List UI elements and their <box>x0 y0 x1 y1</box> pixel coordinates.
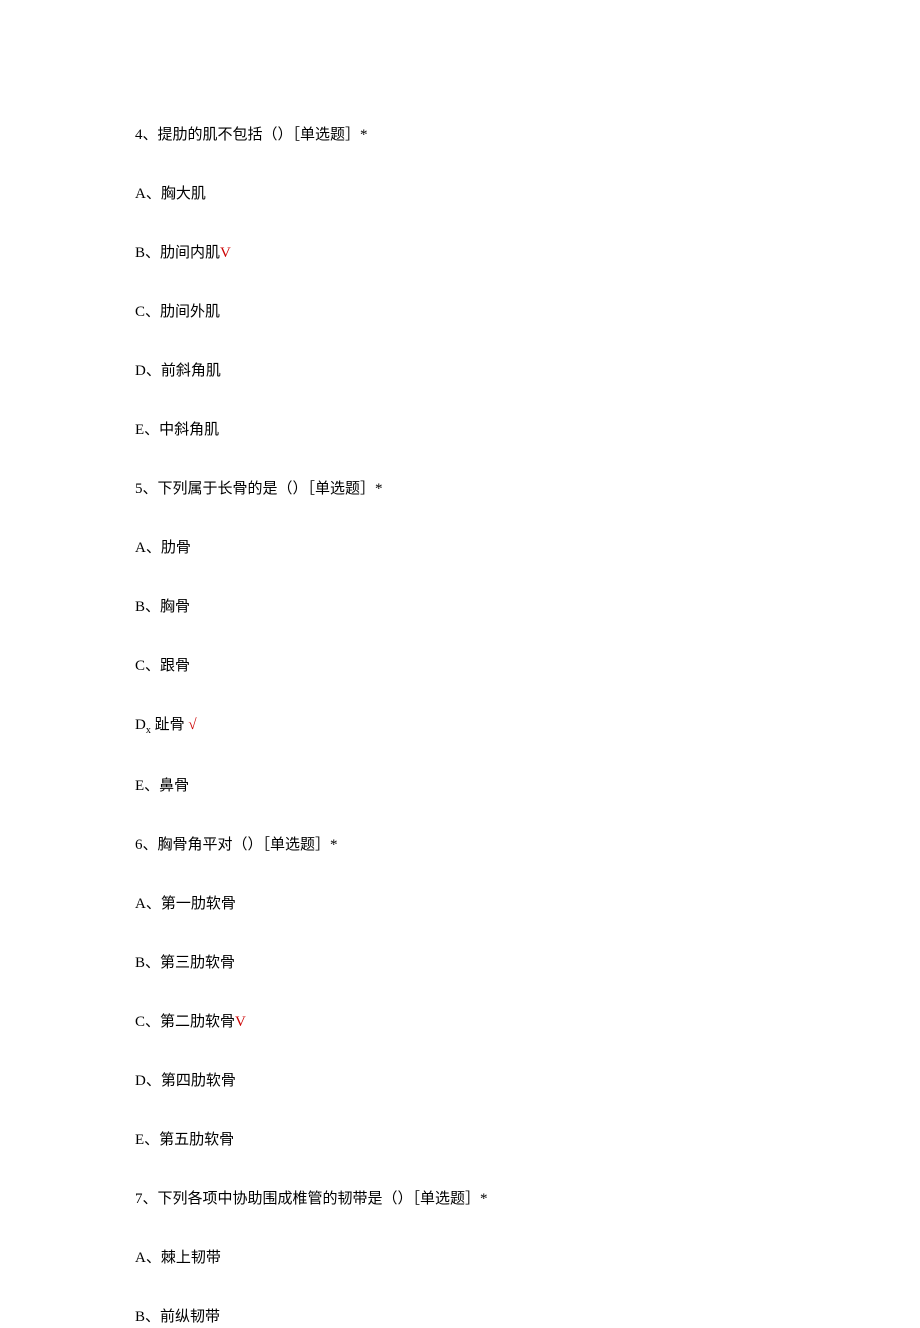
question-text: 7、下列各项中协助围成椎管的韧带是（）［单选题］* <box>135 1189 785 1210</box>
option-c: C、第二肋软骨V <box>135 1012 785 1033</box>
option-text: A、胸大肌 <box>135 186 206 202</box>
question-text: 4、提肋的肌不包括（）［单选题］* <box>135 125 785 146</box>
option-text: E、中斜角肌 <box>135 422 219 438</box>
option-text: C、肋间外肌 <box>135 304 220 320</box>
option-text: B、肋间内肌 <box>135 245 220 261</box>
option-label: D <box>135 717 146 733</box>
option-text: E、第五肋软骨 <box>135 1132 234 1148</box>
option-d: D、第四肋软骨 <box>135 1071 785 1092</box>
option-b: B、肋间内肌V <box>135 243 785 264</box>
question-block-4: 4、提肋的肌不包括（）［单选题］* A、胸大肌 B、肋间内肌V C、肋间外肌 D、前斜角… <box>135 125 785 441</box>
option-text: E、鼻骨 <box>135 778 189 794</box>
option-c: C、肋间外肌 <box>135 302 785 323</box>
option-b: B、胸骨 <box>135 597 785 618</box>
option-text: A、棘上韧带 <box>135 1250 221 1266</box>
option-e: E、第五肋软骨 <box>135 1130 785 1151</box>
option-d: Dx 趾骨 √ <box>135 715 785 738</box>
option-a: A、棘上韧带 <box>135 1248 785 1269</box>
option-text: D、第四肋软骨 <box>135 1073 236 1089</box>
option-b: B、第三肋软骨 <box>135 953 785 974</box>
option-e: E、鼻骨 <box>135 776 785 797</box>
option-e: E、中斜角肌 <box>135 420 785 441</box>
question-block-5: 5、下列属于长骨的是（）［单选题］* A、肋骨 B、胸骨 C、跟骨 Dx 趾骨 √ E、鼻… <box>135 479 785 797</box>
option-text: A、第一肋软骨 <box>135 896 236 912</box>
option-text: A、肋骨 <box>135 540 191 556</box>
option-a: A、胸大肌 <box>135 184 785 205</box>
option-text: B、第三肋软骨 <box>135 955 235 971</box>
option-a: A、第一肋软骨 <box>135 894 785 915</box>
option-text: B、前纵韧带 <box>135 1309 220 1325</box>
option-a: A、肋骨 <box>135 538 785 559</box>
option-text: B、胸骨 <box>135 599 190 615</box>
option-text: C、跟骨 <box>135 658 190 674</box>
option-c: C、跟骨 <box>135 656 785 677</box>
correct-check-icon: V <box>235 1014 246 1030</box>
question-block-6: 6、胸骨角平对（）［单选题］* A、第一肋软骨 B、第三肋软骨 C、第二肋软骨V D、第… <box>135 835 785 1151</box>
option-b: B、前纵韧带 <box>135 1307 785 1328</box>
option-d: D、前斜角肌 <box>135 361 785 382</box>
correct-check-icon: √ <box>188 717 196 733</box>
option-text: 趾骨 <box>151 717 189 733</box>
question-text: 5、下列属于长骨的是（）［单选题］* <box>135 479 785 500</box>
question-text: 6、胸骨角平对（）［单选题］* <box>135 835 785 856</box>
question-block-7: 7、下列各项中协助围成椎管的韧带是（）［单选题］* A、棘上韧带 B、前纵韧带 <box>135 1189 785 1328</box>
correct-check-icon: V <box>220 245 231 261</box>
option-text: C、第二肋软骨 <box>135 1014 235 1030</box>
option-text: D、前斜角肌 <box>135 363 221 379</box>
